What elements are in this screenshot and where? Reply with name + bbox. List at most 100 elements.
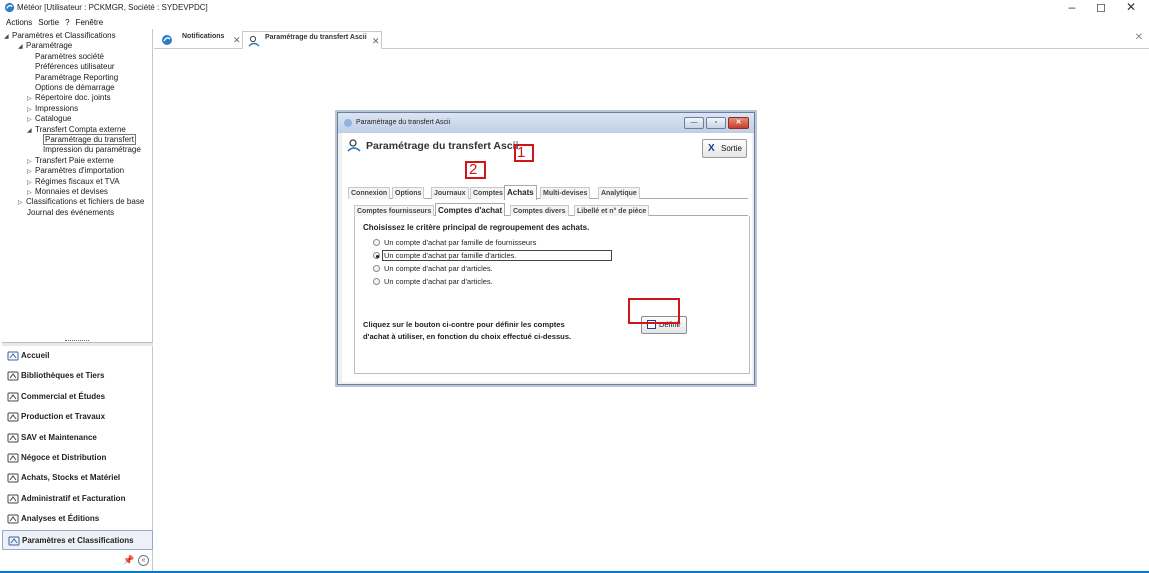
tab-parametrage-transfert[interactable]: Paramétrage du transfert Ascii ✕ bbox=[242, 31, 382, 49]
nav-item[interactable]: Production et Travaux bbox=[2, 407, 153, 427]
menu-fenetre[interactable]: Fenêtre bbox=[73, 16, 107, 27]
dialog-heading: Paramétrage du transfert Ascii bbox=[366, 140, 519, 152]
tree-item-label: Catalogue bbox=[35, 114, 72, 124]
tree-item[interactable]: ▷ Classifications et fichiers de base bbox=[18, 197, 144, 207]
tree-item-label: Régimes fiscaux et TVA bbox=[35, 176, 120, 186]
tree-item[interactable]: Paramétrage du transfert bbox=[43, 134, 136, 145]
nav-item-label: Administratif et Facturation bbox=[21, 493, 126, 503]
sortie-button[interactable]: X Sortie bbox=[702, 139, 747, 158]
splitter-grip[interactable] bbox=[65, 340, 89, 343]
dialog-minimize-button[interactable]: — bbox=[684, 117, 704, 129]
tree-item[interactable]: Paramètres société bbox=[35, 52, 104, 62]
billing-icon bbox=[7, 494, 19, 504]
subtab-comptes-achat[interactable]: Comptes d'achat bbox=[435, 203, 506, 217]
maximize-button[interactable]: ◻ bbox=[1086, 0, 1116, 16]
tree-item[interactable]: ▷ Catalogue bbox=[27, 114, 71, 124]
tab-options[interactable]: Options bbox=[392, 187, 425, 199]
tree-item[interactable]: ◢ Paramètres et Classifications bbox=[4, 31, 116, 41]
tab-close-icon[interactable]: ✕ bbox=[372, 32, 380, 50]
tree-item[interactable]: ▷ Monnaies et devises bbox=[27, 187, 108, 197]
tree-item[interactable]: Journal des événements bbox=[27, 208, 114, 218]
nav-item-label: SAV et Maintenance bbox=[21, 432, 97, 442]
navigation-tree: ◢ Paramètres et Classifications ◢ Paramétra… bbox=[2, 29, 153, 342]
tree-item-label: Paramètres d'importation bbox=[35, 166, 125, 176]
comptes-achat-panel: Choisissez le critère principal de regro… bbox=[354, 216, 750, 374]
expand-arrow-icon[interactable]: ◢ bbox=[18, 42, 26, 52]
tab-connexion[interactable]: Connexion bbox=[348, 187, 391, 199]
nav-item[interactable]: Commercial et Études bbox=[2, 387, 153, 407]
transfer-header-icon bbox=[347, 139, 361, 152]
nav-item[interactable]: Paramètres et Classifications bbox=[2, 529, 153, 550]
window-title: Météor [Utilisateur : PCKMGR, Société : … bbox=[17, 3, 208, 12]
expand-arrow-icon[interactable]: ◢ bbox=[4, 32, 12, 42]
tab-multi-devises[interactable]: Multi-devises bbox=[540, 187, 591, 199]
tree-item-label: Répertoire doc. joints bbox=[35, 93, 111, 103]
dialog-maximize-button[interactable]: ▫ bbox=[706, 117, 726, 129]
nav-item[interactable]: Administratif et Facturation bbox=[2, 489, 153, 509]
cart-icon bbox=[7, 473, 19, 483]
tree-item[interactable]: ▷ Transfert Paie externe bbox=[27, 156, 114, 166]
tree-item-label: Classifications et fichiers de base bbox=[26, 197, 145, 207]
tree-item[interactable]: ◢ Paramétrage bbox=[18, 41, 72, 51]
nav-item[interactable]: Accueil bbox=[2, 346, 153, 366]
tree-item[interactable]: ▷ Régimes fiscaux et TVA bbox=[27, 177, 120, 187]
dialog-title-bar[interactable]: Paramétrage du transfert Ascii — ▫ ✕ bbox=[338, 113, 754, 133]
radio-button[interactable] bbox=[373, 278, 380, 285]
radio-button[interactable] bbox=[373, 239, 380, 246]
expand-arrow-icon[interactable]: ▷ bbox=[18, 198, 26, 208]
library-icon bbox=[7, 371, 19, 381]
menu-actions[interactable]: Actions bbox=[0, 16, 35, 27]
close-window-button[interactable]: ✕ bbox=[1116, 0, 1146, 16]
tree-item[interactable]: ▷ Paramètres d'importation bbox=[27, 166, 124, 176]
dialog-close-button[interactable]: ✕ bbox=[728, 117, 749, 129]
tab-comptes[interactable]: Comptes bbox=[470, 187, 506, 199]
tree-item-label: Paramètres société bbox=[35, 51, 104, 61]
tree-item[interactable]: ▷ Impressions bbox=[27, 104, 78, 114]
subtab-comptes-fournisseurs[interactable]: Comptes fournisseurs bbox=[354, 205, 435, 216]
exit-x-icon: X bbox=[708, 143, 715, 154]
collapse-icon[interactable]: « bbox=[138, 555, 149, 566]
option-label: Un compte d'achat par famille de fournis… bbox=[384, 238, 537, 247]
menu-help[interactable]: ? bbox=[62, 16, 72, 27]
tab-notifications[interactable]: Notifications ✕ bbox=[158, 31, 242, 49]
tree-item[interactable]: Impression du paramétrage bbox=[43, 145, 141, 155]
nav-item-label: Bibliothèques et Tiers bbox=[21, 371, 105, 381]
tree-item[interactable]: Préférences utilisateur bbox=[35, 62, 115, 72]
annotation-marker-1: 1 bbox=[517, 144, 526, 161]
menu-sortie[interactable]: Sortie bbox=[35, 16, 62, 27]
tree-item-label: Impressions bbox=[35, 103, 79, 113]
tree-item[interactable]: ▷ Répertoire doc. joints bbox=[27, 93, 111, 103]
commercial-icon bbox=[7, 392, 19, 402]
tab-label: Notifications bbox=[182, 33, 225, 40]
nav-item[interactable]: Négoce et Distribution bbox=[2, 448, 153, 468]
nav-item[interactable]: Achats, Stocks et Matériel bbox=[2, 468, 153, 488]
tab-analytique[interactable]: Analytique bbox=[598, 187, 640, 199]
annotation-marker-2: 2 bbox=[469, 161, 478, 178]
close-all-tabs-icon[interactable]: ✕ bbox=[1135, 32, 1143, 43]
tree-item[interactable]: Options de démarrage bbox=[35, 83, 115, 93]
tree-item[interactable]: Paramétrage Reporting bbox=[35, 73, 118, 83]
notifications-icon bbox=[162, 35, 172, 45]
dialog-title: Paramétrage du transfert Ascii bbox=[356, 119, 451, 126]
nav-item-label: Achats, Stocks et Matériel bbox=[21, 473, 121, 483]
minimize-button[interactable]: – bbox=[1057, 0, 1087, 16]
tree-item-label: Monnaies et devises bbox=[35, 187, 108, 196]
title-bar: Météor [Utilisateur : PCKMGR, Société : … bbox=[0, 0, 1149, 16]
option-label: Un compte d'achat par famille d'articles… bbox=[384, 251, 517, 260]
menu-bar: Actions Sortie? Fenêtre bbox=[0, 16, 1149, 29]
subtab-libelle-piece[interactable]: Libellé et n° de pièce bbox=[574, 205, 650, 216]
nav-item[interactable]: SAV et Maintenance bbox=[2, 428, 153, 448]
tab-journaux[interactable]: Journaux bbox=[431, 187, 469, 199]
analysis-icon bbox=[7, 514, 19, 524]
subtab-comptes-divers[interactable]: Comptes divers bbox=[510, 205, 569, 216]
nav-item[interactable]: Analyses et Éditions bbox=[2, 509, 153, 529]
tree-item-label: Paramétrage du transfert bbox=[43, 134, 136, 145]
radio-button-selected[interactable] bbox=[373, 252, 380, 259]
radio-button[interactable] bbox=[373, 265, 380, 272]
document-tabs: Notifications ✕ Paramétrage du transfert… bbox=[154, 29, 1149, 49]
expand-arrow-icon[interactable]: ◢ bbox=[27, 126, 35, 136]
pin-icon[interactable]: 📌 bbox=[123, 555, 134, 566]
tab-achats[interactable]: Achats bbox=[504, 185, 537, 200]
nav-item[interactable]: Bibliothèques et Tiers bbox=[2, 366, 153, 386]
tab-close-icon[interactable]: ✕ bbox=[233, 31, 241, 49]
